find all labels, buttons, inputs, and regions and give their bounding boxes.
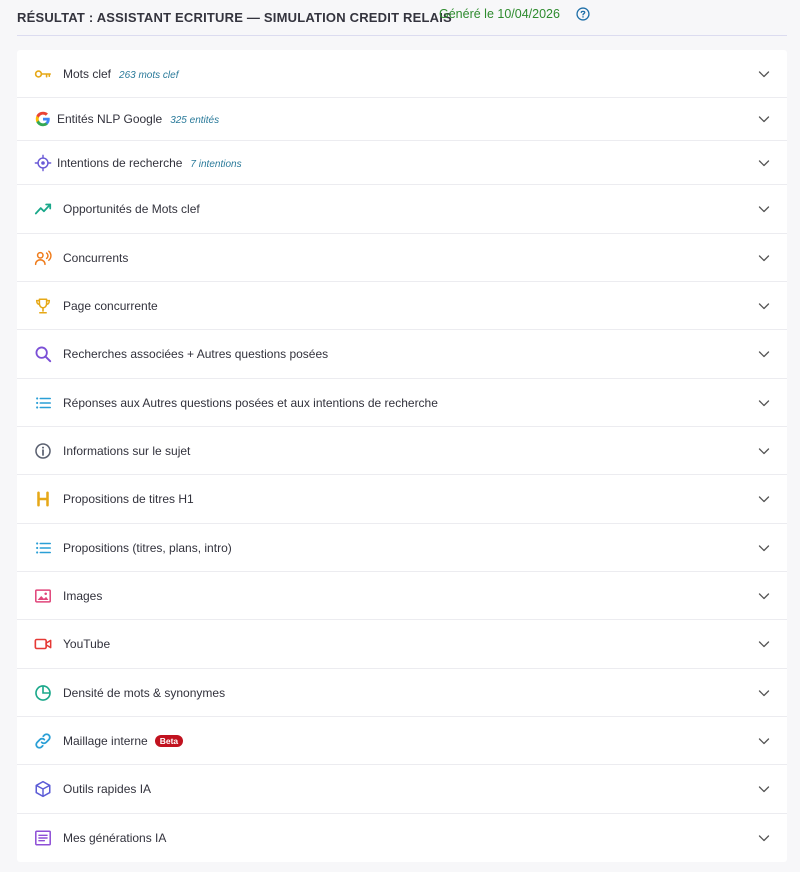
row-label: Propositions de titres H1 xyxy=(63,492,194,506)
heading-icon xyxy=(33,489,53,509)
chevron-down-icon[interactable] xyxy=(757,686,771,700)
cube-icon xyxy=(33,779,53,799)
chevron-down-icon[interactable] xyxy=(757,492,771,506)
chevron-down-icon[interactable] xyxy=(757,734,771,748)
chevron-down-icon[interactable] xyxy=(757,251,771,265)
accordion-row[interactable]: Réponses aux Autres questions posées et … xyxy=(17,379,787,427)
accordion-row[interactable]: Informations sur le sujet xyxy=(17,427,787,475)
row-count: 7 intentions xyxy=(190,158,242,170)
chevron-down-icon[interactable] xyxy=(757,831,771,845)
search-icon xyxy=(33,344,53,364)
row-label: Entités NLP Google xyxy=(57,112,163,126)
generated-date: Généré le 10/04/2026 xyxy=(439,7,560,21)
accordion-row[interactable]: Concurrents xyxy=(17,234,787,282)
chevron-down-icon[interactable] xyxy=(757,396,771,410)
chevron-down-icon[interactable] xyxy=(757,541,771,555)
video-icon xyxy=(33,634,53,654)
accordion-row[interactable]: Outils rapides IA xyxy=(17,765,787,814)
row-count: 263 mots clef xyxy=(119,69,179,81)
row-label: Mes générations IA xyxy=(63,831,167,845)
accordion-row[interactable]: Mots clef 263 mots clef xyxy=(17,50,787,98)
chevron-down-icon[interactable] xyxy=(757,156,771,170)
row-label: Opportunités de Mots clef xyxy=(63,202,200,216)
accordion-row[interactable]: Densité de mots & synonymes xyxy=(17,669,787,717)
beta-badge: Beta xyxy=(154,734,184,747)
accordion-panel: Mots clef 263 mots clef Entités NLP Google… xyxy=(17,50,787,862)
row-label: Outils rapides IA xyxy=(63,782,152,796)
row-label: Page concurrente xyxy=(63,298,158,313)
accordion-row[interactable]: Maillage interne Beta xyxy=(17,717,787,765)
google-icon xyxy=(33,109,53,129)
link-icon xyxy=(33,731,53,751)
accordion-row[interactable]: Page concurrente xyxy=(17,282,787,330)
row-label: Images xyxy=(63,588,103,603)
list-icon xyxy=(33,393,53,413)
row-label: Intentions de recherche xyxy=(57,155,183,170)
accordion-row[interactable]: Intentions de recherche 7 intentions xyxy=(17,141,787,185)
info-icon xyxy=(33,441,53,461)
page-title: RÉSULTAT : ASSISTANT ECRITURE — SIMULATI… xyxy=(17,10,452,25)
list-icon xyxy=(33,538,53,558)
row-label: Concurrents xyxy=(63,250,129,265)
chevron-down-icon[interactable] xyxy=(757,112,771,126)
row-label: Recherches associées + Autres questions … xyxy=(63,347,329,361)
row-label: Mots clef xyxy=(63,66,112,81)
chevron-down-icon[interactable] xyxy=(757,299,771,313)
page-header: RÉSULTAT : ASSISTANT ECRITURE — SIMULATI… xyxy=(17,0,787,36)
row-label: Réponses aux Autres questions posées et … xyxy=(63,395,438,410)
accordion-row[interactable]: Propositions de titres H1 xyxy=(17,475,787,524)
chevron-down-icon[interactable] xyxy=(757,637,771,651)
accordion-row[interactable]: Entités NLP Google 325 entités xyxy=(17,98,787,141)
row-count: 325 entités xyxy=(170,115,220,126)
help-circle-icon[interactable] xyxy=(576,7,590,21)
chevron-down-icon[interactable] xyxy=(757,347,771,361)
trophy-icon xyxy=(33,296,53,316)
users-signal-icon xyxy=(33,248,53,268)
row-label: Densité de mots & synonymes xyxy=(63,685,226,700)
row-label: Propositions (titres, plans, intro) xyxy=(63,540,232,555)
chevron-down-icon[interactable] xyxy=(757,589,771,603)
image-icon xyxy=(33,586,53,606)
accordion-row[interactable]: Propositions (titres, plans, intro) xyxy=(17,524,787,572)
chevron-down-icon[interactable] xyxy=(757,202,771,216)
chevron-down-icon[interactable] xyxy=(757,67,771,81)
document-icon xyxy=(33,828,53,848)
accordion-row[interactable]: Mes générations IA xyxy=(17,814,787,862)
target-icon xyxy=(33,153,53,173)
pie-chart-icon xyxy=(33,683,53,703)
row-label: YouTube xyxy=(63,637,111,651)
row-label: Informations sur le sujet xyxy=(63,443,191,458)
accordion-row[interactable]: Images xyxy=(17,572,787,620)
row-label: Maillage interne xyxy=(63,733,148,748)
trend-up-icon xyxy=(33,199,53,219)
key-icon xyxy=(33,64,53,84)
accordion-row[interactable]: Recherches associées + Autres questions … xyxy=(17,330,787,379)
chevron-down-icon[interactable] xyxy=(757,444,771,458)
accordion-row[interactable]: Opportunités de Mots clef xyxy=(17,185,787,234)
accordion-row[interactable]: YouTube xyxy=(17,620,787,669)
chevron-down-icon[interactable] xyxy=(757,782,771,796)
